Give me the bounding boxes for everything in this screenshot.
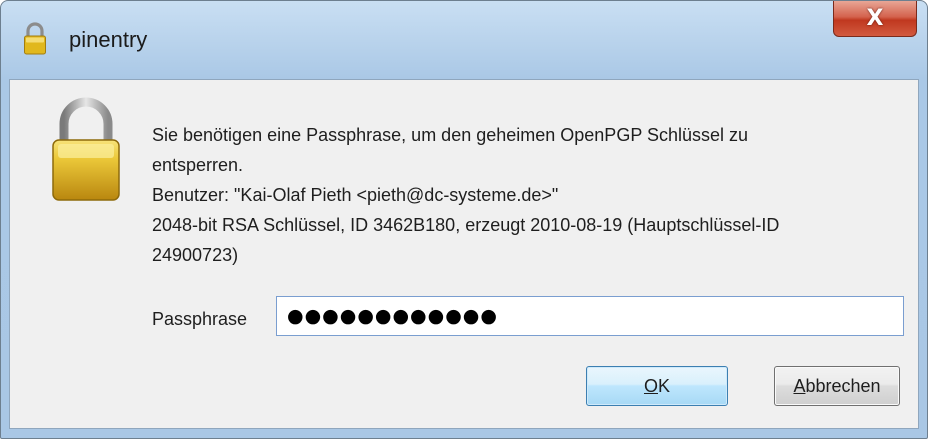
- ok-label-rest: K: [658, 375, 671, 396]
- cancel-mnemonic: A: [793, 375, 806, 396]
- message-line: 2048-bit RSA Schlüssel, ID 3462B180, erz…: [152, 215, 780, 235]
- ok-button[interactable]: OK: [586, 366, 728, 406]
- cancel-label-rest: bbrechen: [805, 375, 881, 396]
- dialog-body: Sie benötigen eine Passphrase, um den ge…: [9, 79, 919, 429]
- ok-mnemonic: O: [643, 375, 658, 396]
- window-title: pinentry: [69, 27, 148, 52]
- passphrase-input[interactable]: [276, 296, 904, 336]
- title-bar[interactable]: pinentry X: [1, 1, 927, 79]
- message-line: entsperren.: [152, 155, 244, 175]
- close-icon: X: [866, 6, 884, 31]
- message-line: Sie benötigen eine Passphrase, um den ge…: [152, 125, 749, 145]
- close-button[interactable]: X: [833, 1, 917, 37]
- cancel-button[interactable]: Abbrechen: [774, 366, 900, 406]
- dialog-window: pinentry X Sie benötigen eine Passphrase…: [0, 0, 928, 439]
- padlock-icon: [24, 22, 46, 55]
- dialog-message: Sie benötigen eine Passphrase, um den ge…: [152, 120, 912, 270]
- passphrase-label: Passphrase: [152, 309, 248, 329]
- message-line: 24900723): [152, 245, 239, 265]
- message-line: Benutzer: "Kai-Olaf Pieth <pieth@dc-syst…: [152, 185, 559, 205]
- padlock-icon: [52, 97, 120, 201]
